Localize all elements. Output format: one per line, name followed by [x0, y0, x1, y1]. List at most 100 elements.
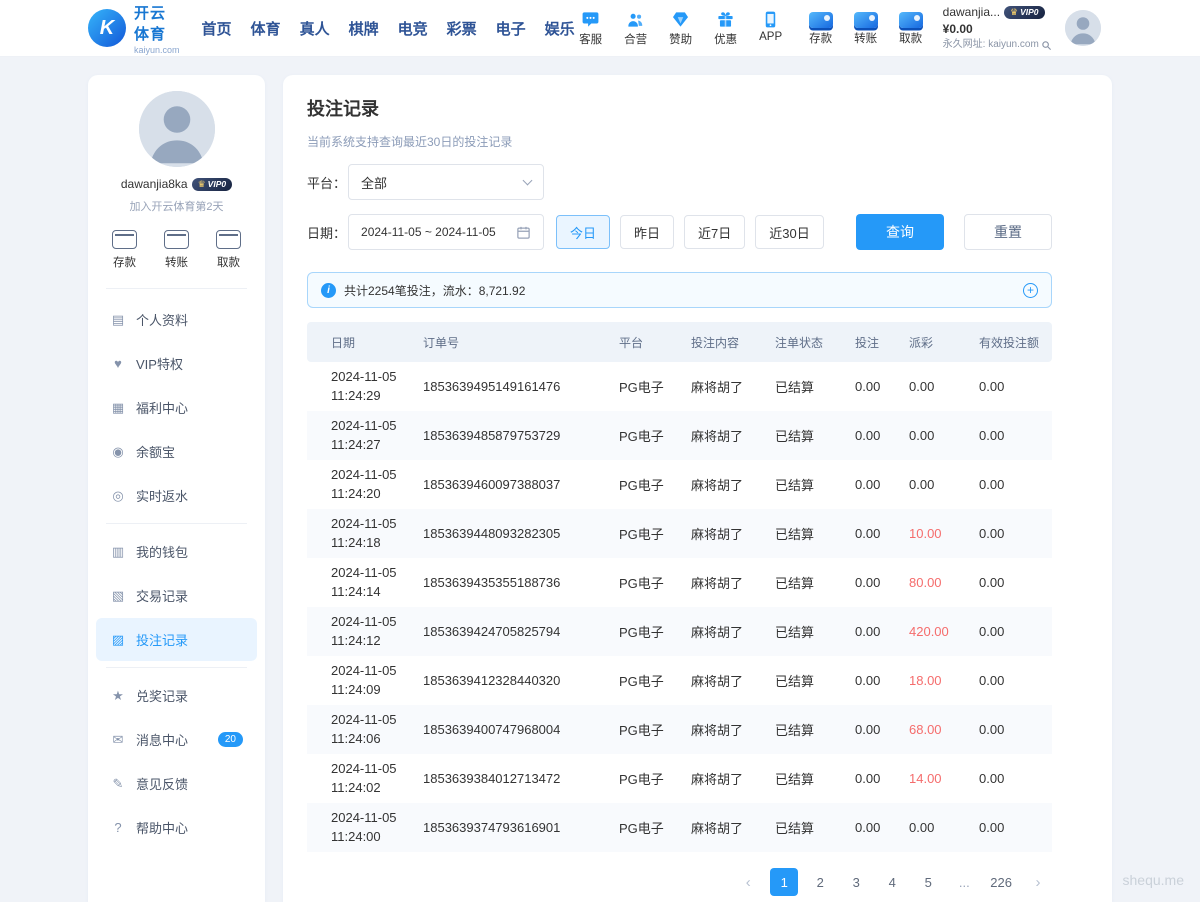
cell-valid-bet: 0.00: [971, 460, 1052, 509]
nav-item[interactable]: 电子: [496, 18, 526, 39]
betting-records-icon: ▨: [110, 632, 126, 648]
profile-avatar[interactable]: [139, 91, 215, 167]
nav-item[interactable]: 体育: [251, 18, 281, 39]
sidebar-menu-item[interactable]: ✎ 意见反馈: [96, 762, 257, 805]
gem-icon: [671, 9, 690, 29]
welfare-center-icon: ▦: [110, 400, 126, 416]
date-range-button[interactable]: 近30日: [755, 215, 823, 249]
feedback-icon: ✎: [110, 776, 126, 792]
deposit-button[interactable]: 存款: [805, 10, 837, 46]
cell-bet-amount: 0.00: [847, 362, 901, 411]
cell-date: 2024-11-0511:24:29: [307, 362, 415, 411]
sidebar-menu-item[interactable]: ✉ 消息中心 20: [96, 718, 257, 761]
page-button[interactable]: 226: [986, 868, 1016, 896]
cell-bet-amount: 0.00: [847, 607, 901, 656]
nav-item[interactable]: 棋牌: [349, 18, 379, 39]
cell-platform: PG电子: [611, 362, 683, 411]
wallet-action[interactable]: 存款: [112, 230, 137, 270]
reset-button[interactable]: 重置: [964, 214, 1052, 250]
date-filter-row: 日期： 2024-11-05 ~ 2024-11-05 今日昨日近7日近30日 …: [307, 214, 1052, 250]
cell-valid-bet: 0.00: [971, 362, 1052, 411]
customer-service-button[interactable]: 客服: [575, 9, 607, 47]
withdraw-button[interactable]: 取款: [895, 10, 927, 46]
cell-bet-content: 麻将胡了: [683, 656, 767, 705]
cell-status: 已结算: [767, 754, 847, 803]
divider: [106, 288, 247, 289]
vip-badge: ♛ VIP0: [1004, 6, 1045, 19]
sidebar: dawanjia8ka ♛ VIP0 加入开云体育第2天 存款 转账 取款: [88, 75, 265, 902]
cell-platform: PG电子: [611, 754, 683, 803]
sidebar-menu-item[interactable]: ◉ 余额宝: [96, 430, 257, 473]
nav-item[interactable]: 娱乐: [545, 18, 575, 39]
cell-bet-content: 麻将胡了: [683, 803, 767, 852]
sidebar-menu-item[interactable]: ◎ 实时返水: [96, 474, 257, 517]
divider: [106, 667, 247, 668]
page-button[interactable]: ...: [950, 868, 978, 896]
site-logo[interactable]: K 开云体育 kaiyun.com: [88, 2, 180, 55]
cell-date: 2024-11-0511:24:18: [307, 509, 415, 558]
sidebar-menu-item[interactable]: ▨ 投注记录: [96, 618, 257, 661]
menu-label: 个人资料: [136, 310, 243, 329]
search-icon[interactable]: [1041, 40, 1052, 51]
mobile-phone-icon: [761, 9, 780, 29]
cell-status: 已结算: [767, 411, 847, 460]
date-range-button[interactable]: 昨日: [620, 215, 674, 249]
nav-item[interactable]: 真人: [300, 18, 330, 39]
sidebar-menu-item[interactable]: ▥ 我的钱包: [96, 530, 257, 573]
cell-payout: 0.00: [901, 460, 971, 509]
table-row: 2024-11-0511:24:09 1853639412328440320 P…: [307, 656, 1052, 705]
cell-bet-amount: 0.00: [847, 558, 901, 607]
prize-records-icon: ★: [110, 688, 126, 704]
sidebar-menu-item[interactable]: ? 帮助中心: [96, 806, 257, 849]
sidebar-menu-item[interactable]: ▤ 个人资料: [96, 298, 257, 341]
user-info[interactable]: dawanjia... ♛ VIP0 ¥0.00 永久网址: kaiyun.co…: [943, 5, 1055, 52]
partnership-button[interactable]: 合营: [620, 9, 652, 47]
date-range-button[interactable]: 今日: [556, 215, 610, 249]
page-button[interactable]: 2: [806, 868, 834, 896]
sidebar-menu-item[interactable]: ▧ 交易记录: [96, 574, 257, 617]
platform-select[interactable]: 全部: [348, 164, 544, 200]
cell-valid-bet: 0.00: [971, 411, 1052, 460]
nav-item[interactable]: 电竞: [398, 18, 428, 39]
next-page-button[interactable]: ›: [1024, 868, 1052, 896]
page-button[interactable]: 1: [770, 868, 798, 896]
avatar[interactable]: [1065, 10, 1101, 46]
column-header: 平台: [611, 322, 683, 362]
app-download-button[interactable]: APP: [755, 9, 787, 47]
sidebar-menu-item[interactable]: ▦ 福利中心: [96, 386, 257, 429]
menu-label: 福利中心: [136, 398, 243, 417]
expand-icon[interactable]: +: [1023, 283, 1038, 298]
nav-item[interactable]: 首页: [202, 18, 232, 39]
promotions-button[interactable]: 优惠: [710, 9, 742, 47]
menu-label: 交易记录: [136, 586, 243, 605]
cell-valid-bet: 0.00: [971, 656, 1052, 705]
platform-filter-row: 平台： 全部: [307, 164, 1052, 200]
crown-icon: ♛: [198, 179, 206, 190]
column-header: 有效投注额: [971, 322, 1052, 362]
cell-platform: PG电子: [611, 607, 683, 656]
search-button[interactable]: 查询: [856, 214, 944, 250]
sidebar-menu-item[interactable]: ★ 兑奖记录: [96, 674, 257, 717]
wallet-action-label: 转账: [165, 254, 188, 270]
wallet-action[interactable]: 取款: [216, 230, 241, 270]
sidebar-menu-item[interactable]: ♥ VIP特权: [96, 342, 257, 385]
pagination: ‹ 12345... 226 ›: [307, 868, 1052, 896]
page-subtitle: 当前系统支持查询最近30日的投注记录: [307, 133, 1052, 150]
vip-level: VIP0: [1020, 7, 1038, 18]
page-button[interactable]: 4: [878, 868, 906, 896]
transfer-button[interactable]: 转账: [850, 10, 882, 46]
wallet-action[interactable]: 转账: [164, 230, 189, 270]
sponsorship-button[interactable]: 赞助: [665, 9, 697, 47]
nav-item[interactable]: 彩票: [447, 18, 477, 39]
prev-page-button[interactable]: ‹: [734, 868, 762, 896]
cell-order-number: 1853639412328440320: [415, 656, 611, 705]
date-range-button[interactable]: 近7日: [684, 215, 745, 249]
column-header: 派彩: [901, 322, 971, 362]
cell-order-number: 1853639374793616901: [415, 803, 611, 852]
cell-bet-content: 麻将胡了: [683, 362, 767, 411]
cell-date: 2024-11-0511:24:02: [307, 754, 415, 803]
date-range-input[interactable]: 2024-11-05 ~ 2024-11-05: [348, 214, 544, 250]
page-button[interactable]: 5: [914, 868, 942, 896]
wallet-action-label: 存款: [113, 254, 136, 270]
page-button[interactable]: 3: [842, 868, 870, 896]
